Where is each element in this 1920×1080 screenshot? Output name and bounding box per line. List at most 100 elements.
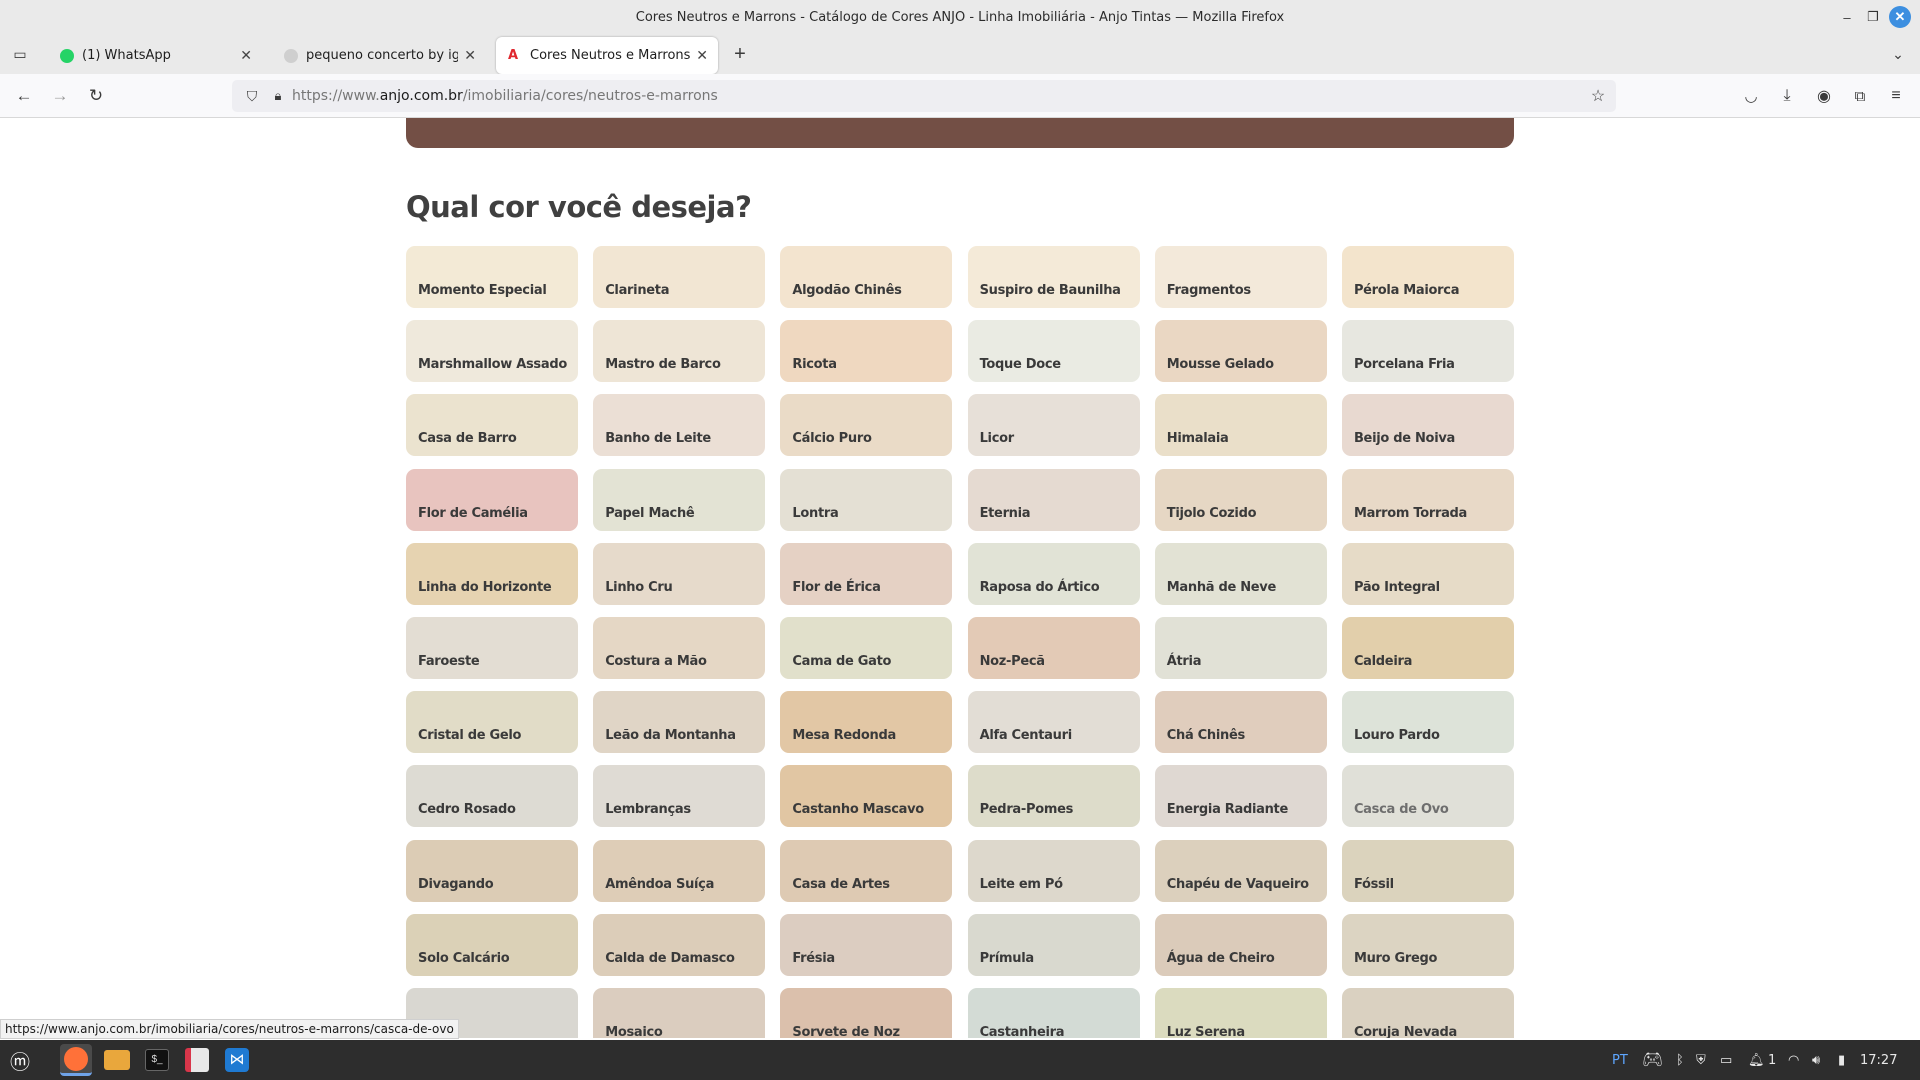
color-swatch-card[interactable]: Lembranças <box>593 765 766 828</box>
color-swatch-card[interactable]: Chá Chinês <box>1154 691 1327 754</box>
color-swatch-card[interactable]: Prímula <box>967 913 1140 976</box>
color-swatch-card[interactable]: Lontra <box>780 468 953 531</box>
color-swatch-card[interactable]: Leão da Montanha <box>593 691 766 754</box>
maximize-icon[interactable]: ❐ <box>1862 6 1884 28</box>
tab-whatsapp[interactable]: (1) WhatsApp ✕ <box>48 37 262 74</box>
color-swatch-card[interactable]: Momento Especial <box>406 246 578 308</box>
color-swatch-card[interactable]: Mastro de Barco <box>593 320 766 383</box>
battery-icon[interactable]: ▮ <box>1838 1040 1845 1080</box>
color-swatch-card[interactable]: Flor de Camélia <box>406 468 578 531</box>
extensions-icon[interactable]: ⧉ <box>1848 84 1872 108</box>
discord-icon[interactable]: 🎮︎ <box>1642 1040 1664 1080</box>
color-swatch-card[interactable]: Manhã de Neve <box>1154 542 1327 605</box>
color-swatch-card[interactable]: Porcelana Fria <box>1341 320 1514 383</box>
terminal-icon[interactable]: $_ <box>141 1044 173 1076</box>
tab-anjo[interactable]: A Cores Neutros e Marrons - C ✕ <box>496 37 718 74</box>
color-swatch-card[interactable]: Faroeste <box>406 616 578 679</box>
close-tab-icon[interactable]: ✕ <box>464 48 476 64</box>
close-window-button[interactable]: ✕ <box>1889 6 1911 28</box>
shield-icon[interactable]: ⛉ <box>240 84 264 108</box>
color-swatch-card[interactable]: Energia Radiante <box>1154 765 1327 828</box>
vscode-icon[interactable]: ⋈ <box>221 1044 253 1076</box>
color-swatch-card[interactable]: Toque Doce <box>967 320 1140 383</box>
minimize-icon[interactable]: – <box>1836 6 1858 28</box>
network-device-icon[interactable]: ▭ <box>1720 1040 1732 1080</box>
color-swatch-card[interactable]: Licor <box>967 394 1140 457</box>
color-swatch-card[interactable]: Sorvete de Noz <box>780 987 953 1038</box>
color-swatch-card[interactable]: Leite em Pó <box>967 839 1140 902</box>
app-icon[interactable] <box>181 1044 213 1076</box>
color-swatch-card[interactable]: Caldeira <box>1341 616 1514 679</box>
color-swatch-card[interactable]: Pão Integral <box>1341 542 1514 605</box>
color-swatch-card[interactable]: Banho de Leite <box>593 394 766 457</box>
color-swatch-card[interactable]: Himalaia <box>1154 394 1327 457</box>
color-swatch-card[interactable]: Fragmentos <box>1154 246 1327 308</box>
color-swatch-card[interactable]: Linha do Horizonte <box>406 542 578 605</box>
color-swatch-card[interactable]: Castanho Mascavo <box>780 765 953 828</box>
color-swatch-card[interactable]: Castanheira <box>967 987 1140 1038</box>
color-swatch-card[interactable]: Clarineta <box>593 246 766 308</box>
color-swatch-card[interactable]: Mousse Gelado <box>1154 320 1327 383</box>
color-swatch-card[interactable]: Marrom Torrada <box>1341 468 1514 531</box>
download-icon[interactable]: ⤓ <box>1775 84 1799 108</box>
color-swatch-card[interactable]: Papel Machê <box>593 468 766 531</box>
color-swatch-card[interactable]: Cálcio Puro <box>780 394 953 457</box>
color-swatch-card[interactable]: Marshmallow Assado <box>406 320 578 383</box>
close-tab-icon[interactable]: ✕ <box>240 48 252 64</box>
wifi-icon[interactable]: ◠ <box>1788 1040 1799 1080</box>
chevron-down-icon[interactable]: ⌄ <box>1886 42 1910 66</box>
color-swatch-card[interactable]: Casa de Barro <box>406 394 578 457</box>
color-swatch-card[interactable]: Água de Cheiro <box>1154 913 1327 976</box>
color-swatch-card[interactable]: Amêndoa Suíça <box>593 839 766 902</box>
menu-icon[interactable]: ≡ <box>1884 84 1908 108</box>
color-swatch-card[interactable]: Cama de Gato <box>780 616 953 679</box>
color-swatch-card[interactable]: Casca de Ovo <box>1341 765 1514 828</box>
account-icon[interactable]: ◉ <box>1812 84 1836 108</box>
forward-icon[interactable]: → <box>48 84 72 108</box>
color-swatch-card[interactable]: Calda de Damasco <box>593 913 766 976</box>
color-swatch-card[interactable]: Mosaico <box>593 987 766 1038</box>
back-icon[interactable]: ← <box>12 84 36 108</box>
shield-tray-icon[interactable]: ⛨ <box>1696 1040 1706 1080</box>
clock[interactable]: 17:27 <box>1860 1040 1897 1080</box>
color-swatch-card[interactable]: Luz Serena <box>1154 987 1327 1038</box>
bluetooth-icon[interactable]: ᛒ <box>1676 1040 1684 1080</box>
color-swatch-card[interactable]: Eternia <box>967 468 1140 531</box>
color-swatch-card[interactable]: Pedra-Pomes <box>967 765 1140 828</box>
url-bar[interactable]: ⛉ 🔒︎ https://www.anjo.com.br/imobiliaria… <box>232 80 1616 112</box>
color-swatch-card[interactable]: Chapéu de Vaqueiro <box>1154 839 1327 902</box>
color-swatch-card[interactable]: Beijo de Noiva <box>1341 394 1514 457</box>
color-swatch-card[interactable]: Tijolo Cozido <box>1154 468 1327 531</box>
color-swatch-card[interactable]: Coruja Nevada <box>1341 987 1514 1038</box>
start-menu-icon[interactable]: ⓜ <box>4 1044 36 1076</box>
color-swatch-card[interactable]: Pérola Maiorca <box>1341 246 1514 308</box>
color-swatch-card[interactable]: Cedro Rosado <box>406 765 578 828</box>
color-swatch-card[interactable]: Raposa do Ártico <box>967 542 1140 605</box>
color-swatch-card[interactable]: Cristal de Gelo <box>406 691 578 754</box>
pocket-icon[interactable]: ◡ <box>1739 84 1763 108</box>
url-text[interactable]: https://www.anjo.com.br/imobiliaria/core… <box>292 88 718 104</box>
new-tab-icon[interactable]: + <box>728 42 752 66</box>
color-swatch-card[interactable]: Costura a Mão <box>593 616 766 679</box>
color-swatch-card[interactable]: Alfa Centauri <box>967 691 1140 754</box>
color-swatch-card[interactable]: Linho Cru <box>593 542 766 605</box>
volume-icon[interactable]: 🔊︎ <box>1812 1040 1820 1080</box>
tab-github[interactable]: pequeno concerto by igorb ✕ <box>272 37 486 74</box>
files-icon[interactable] <box>101 1044 133 1076</box>
color-swatch-card[interactable]: Solo Calcário <box>406 913 578 976</box>
notification-icon[interactable]: 🔔︎ <box>1748 1040 1765 1080</box>
keyboard-language[interactable]: PT <box>1612 1040 1628 1080</box>
color-swatch-card[interactable]: Frésia <box>780 913 953 976</box>
color-swatch-card[interactable]: Ricota <box>780 320 953 383</box>
color-swatch-card[interactable]: Algodão Chinês <box>780 246 953 308</box>
color-swatch-card[interactable]: Louro Pardo <box>1341 691 1514 754</box>
color-swatch-card[interactable]: Mesa Redonda <box>780 691 953 754</box>
close-tab-icon[interactable]: ✕ <box>696 48 708 64</box>
color-swatch-card[interactable]: Flor de Érica <box>780 542 953 605</box>
tab-list-icon[interactable]: ▭ <box>8 42 32 66</box>
color-swatch-card[interactable]: Fóssil <box>1341 839 1514 902</box>
lock-icon[interactable]: 🔒︎ <box>266 84 290 108</box>
firefox-icon[interactable] <box>60 1044 92 1076</box>
color-swatch-card[interactable]: Noz-Pecã <box>967 616 1140 679</box>
reload-icon[interactable]: ↻ <box>84 84 108 108</box>
